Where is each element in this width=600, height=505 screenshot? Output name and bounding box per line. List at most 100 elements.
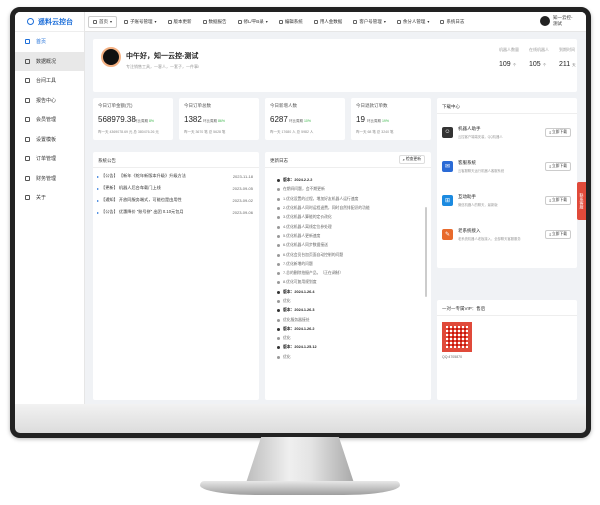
notice-row[interactable]: ▸ 【公告】 优惠降价 “账号拼” 出团 0.10元包月 2023-09-06 [97, 207, 253, 217]
changelog-entry: 2.优化机器人同时运程退费，同时自然排配识的功能 [277, 204, 427, 213]
bullet-icon [277, 309, 280, 313]
member-icon [25, 117, 30, 123]
stat-number: 109 [499, 61, 511, 68]
bullet-icon [277, 253, 280, 257]
changelog-text: 7.优化新增的问题 [283, 261, 313, 266]
notice-date: 2023-11-18 [232, 173, 253, 179]
avatar [101, 47, 121, 67]
user-menu[interactable]: 知一云控-测试 [540, 15, 576, 27]
metric-footer: 昨一天 17680 人 总 5982 人 [270, 130, 314, 134]
user-icon [313, 19, 318, 24]
tab-distribution[interactable]: 余分人管理 ▾ [393, 16, 434, 28]
ratio-label: 环比周期 [367, 119, 381, 123]
sidebar-item-finance[interactable]: 财务管理 [15, 169, 84, 189]
changelog-entry: 优化服务器接处 [277, 315, 427, 324]
sidebar-item-reports[interactable]: 报告中心 [15, 91, 84, 111]
notice-row[interactable]: ▸ 【更新】 机器人后台车载门上线 2023-09-05 [97, 183, 253, 193]
sidebar-item-label: 订单管理 [36, 156, 57, 163]
sidebar-item-about[interactable]: 关于 [15, 188, 84, 208]
sidebar-item-tools[interactable]: 台间工具 [15, 71, 84, 91]
changelog-panel: 更新日志 ⌕ 检查更新 版本：2024.2.2.2 在期间问题，会不期更新 1.优化… [265, 152, 431, 400]
chart-icon [202, 19, 207, 24]
tab-label: 子账号管理 [130, 18, 153, 24]
tab-user-data[interactable]: 用人金数据 [310, 16, 347, 28]
scrollbar[interactable] [425, 207, 427, 297]
download-button[interactable]: ⇩ 立即下载 [544, 229, 571, 239]
sidebar-item-label: 台间工具 [36, 78, 57, 85]
contact-support-tab[interactable]: 联系客服 [577, 182, 586, 220]
changelog-text: 1.优化设置的过程，增加好友机器人运行速度 [283, 196, 359, 201]
download-name: 互动助手 [458, 193, 476, 199]
notice-row[interactable]: ▸ 【通知】 开放同服务端式，可能也是由用性 2023-09-02 [97, 195, 253, 205]
greeting-text: 中午好，知一云控-测试 [126, 53, 199, 60]
link-icon: ✎ [442, 228, 453, 240]
sidebar-item-data-overview[interactable]: 数据概况 [15, 51, 84, 71]
stat-value: 105 个 [529, 61, 557, 68]
changelog-entry: 优化 [277, 334, 427, 343]
changelog-version: 版本：2024.1.25.12 [277, 343, 427, 352]
panel-title: 系统公告 [98, 158, 116, 163]
metric-value: 6287 [270, 115, 288, 124]
vip-support-panel: 一对一专属VIP：售后 QQ:4705870 [437, 300, 577, 400]
sidebar-item-orders[interactable]: 订单管理 [15, 149, 84, 169]
changelog-text: 4.优化机器人离线定位参处理 [283, 224, 332, 229]
ratio-label: 环比周期 [289, 119, 303, 123]
notice-date: 2023-09-06 [232, 209, 253, 215]
sidebar-item-templates[interactable]: 设置模板 [15, 130, 84, 150]
ratio-label: 环比周期 [134, 119, 148, 123]
home-icon [93, 19, 97, 24]
user-name: 知一云控-测试 [553, 15, 573, 26]
chevron-down-icon: ▾ [110, 19, 113, 24]
monitor-stand [246, 437, 354, 483]
tab-label: 余分人管理 [402, 18, 426, 24]
metric-order-amount: 今日订单金额(元) 568979.38 环比周期 8% 昨一天 4369078.… [93, 98, 173, 140]
download-button[interactable]: ⇩ 立即下载 [544, 161, 571, 171]
stat-number: 211 [559, 61, 571, 68]
notice-row[interactable]: ▸ 【公告】 【新年《蛇年新版本升级》升级方法 2023-11-18 [97, 171, 253, 181]
metric-title: 今日订单总数 [184, 103, 211, 108]
bullet-icon [277, 197, 280, 201]
tab-updates[interactable]: 版本更新 [164, 16, 196, 28]
metric-new-users: 今日新增人数 6287 环比周期 10% 昨一天 17680 人 总 5982 … [265, 98, 345, 140]
ratio-value: 19% [381, 119, 389, 123]
stat-label: 到期时间 [559, 47, 575, 52]
info-icon [25, 195, 30, 201]
button-label: 立即下载 [551, 163, 567, 168]
changelog-text: 优化 [283, 336, 291, 341]
bullet-icon: ▸ [97, 185, 100, 191]
tab-customers[interactable]: 客户号管理 ▾ [349, 16, 390, 28]
bullet-icon [277, 272, 280, 276]
tab-system-log[interactable]: 系统日志 [436, 16, 468, 28]
tab-edit-system[interactable]: 编辑系统 [275, 16, 307, 28]
download-button[interactable]: ⇩ 立即下载 [544, 195, 571, 205]
download-button[interactable]: ⇩ 立即下载 [544, 127, 571, 137]
tab-sub-accounts[interactable]: 子账号管理 ▾ [120, 16, 161, 28]
bullet-icon [277, 300, 280, 303]
notice-title: 【通知】 开放同服务端式，可能也是由用性 [101, 197, 182, 202]
sidebar-item-members[interactable]: 会员管理 [15, 110, 84, 130]
notice-title: 【更新】 机器人后台车载门上线 [101, 185, 161, 190]
metric-title: 今日退款订单数 [356, 103, 388, 108]
tool-icon [25, 78, 30, 84]
download-info: 老系统接入 老系统机器人老板接入，全部聊天客服服务 [458, 228, 545, 241]
changelog-entry: 在期间问题，会不期更新 [277, 185, 427, 194]
check-update-button[interactable]: ⌕ 检查更新 [398, 155, 425, 164]
sidebar-item-label: 会员管理 [36, 117, 57, 124]
panel-title: 更新日志 [270, 158, 288, 163]
greeting-subtitle: 专注销售工具，一客人，一套子，一件事! [126, 64, 200, 69]
changelog-list[interactable]: 版本：2024.2.2.2 在期间问题，会不期更新 1.优化设置的过程，增加好友机器… [277, 176, 427, 376]
app-logo[interactable]: 遥料云控台 [15, 12, 84, 32]
bullet-icon [277, 262, 280, 266]
changelog-version: 版本：2024.1.26.4 [277, 288, 427, 297]
button-label: 检查更新 [405, 157, 421, 161]
tab-home[interactable]: 首页 ▾ [88, 15, 118, 28]
sidebar-item-home[interactable]: 首页 [15, 32, 84, 52]
tab-records[interactable]: 修L/平B录 ▾ [234, 16, 272, 28]
changelog-entry: 3.优化机器人算能的定价改化 [277, 213, 427, 222]
panel-title: 一对一专属VIP：售后 [442, 306, 486, 311]
metric-ratio: 环比周期 19% [367, 119, 389, 124]
tab-data-report[interactable]: 数据报告 [199, 16, 231, 28]
ratio-value: 8% [148, 119, 155, 123]
welcome-card: 中午好，知一云控-测试 专注销售工具，一客人，一套子，一件事! 机器人数量 10… [93, 39, 577, 92]
metric-value: 1382 [184, 115, 202, 124]
